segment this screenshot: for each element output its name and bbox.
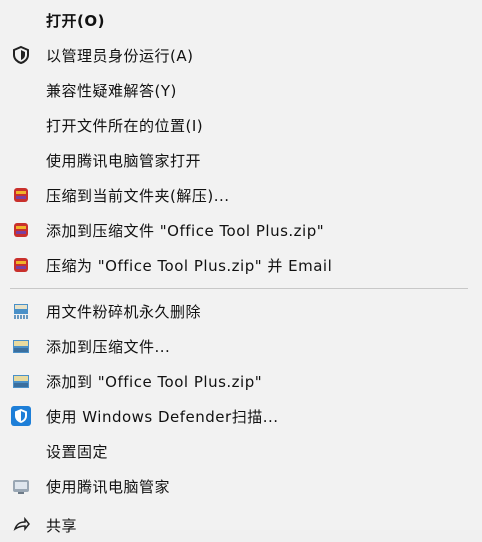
menu-item-open-location[interactable]: 打开文件所在的位置(I) xyxy=(0,108,470,142)
menu-item-open[interactable]: 打开(O) xyxy=(0,3,470,37)
menu-item-label: 设置固定 xyxy=(46,442,109,461)
menu-item-open-with-manager[interactable]: 使用腾讯电脑管家打开 xyxy=(0,143,470,177)
menu-item-label: 共享 xyxy=(46,516,78,535)
winrar-icon xyxy=(10,219,32,241)
menu-item-label: 压缩到当前文件夹(解压)... xyxy=(46,186,230,205)
menu-item-add-to-archive[interactable]: 添加到压缩文件... xyxy=(0,329,470,363)
share-icon xyxy=(10,514,32,536)
menu-separator xyxy=(10,288,468,289)
menu-item-compress-email[interactable]: 压缩为 "Office Tool Plus.zip" 并 Email xyxy=(0,248,470,282)
defender-icon xyxy=(10,405,32,427)
menu-item-shred[interactable]: 用文件粉碎机永久删除 xyxy=(0,294,470,328)
menu-item-label: 压缩为 "Office Tool Plus.zip" 并 Email xyxy=(46,256,333,275)
menu-item-add-to-named-zip[interactable]: 添加到 "Office Tool Plus.zip" xyxy=(0,364,470,398)
menu-item-label: 添加到压缩文件 "Office Tool Plus.zip" xyxy=(46,221,325,240)
menu-item-label: 打开(O) xyxy=(46,11,105,30)
menu-item-pc-manager[interactable]: 使用腾讯电脑管家 xyxy=(0,469,470,503)
archive-icon xyxy=(10,370,32,392)
menu-item-label: 添加到压缩文件... xyxy=(46,337,171,356)
archive-icon xyxy=(10,335,32,357)
menu-item-label: 使用腾讯电脑管家 xyxy=(46,477,171,496)
menu-item-add-to-zip[interactable]: 添加到压缩文件 "Office Tool Plus.zip" xyxy=(0,213,470,247)
menu-item-label: 添加到 "Office Tool Plus.zip" xyxy=(46,372,263,391)
winrar-icon xyxy=(10,254,32,276)
menu-item-label: 兼容性疑难解答(Y) xyxy=(46,81,177,100)
menu-item-label: 用文件粉碎机永久删除 xyxy=(46,302,202,321)
menu-item-label: 打开文件所在的位置(I) xyxy=(46,116,204,135)
menu-item-label: 以管理员身份运行(A) xyxy=(46,46,194,65)
shredder-icon xyxy=(10,300,32,322)
menu-item-share[interactable]: 共享 xyxy=(0,508,470,542)
menu-item-extract-here[interactable]: 压缩到当前文件夹(解压)... xyxy=(0,178,470,212)
menu-item-troubleshoot[interactable]: 兼容性疑难解答(Y) xyxy=(0,73,470,107)
shield-icon xyxy=(10,44,32,66)
context-menu: 打开(O) 以管理员身份运行(A) 兼容性疑难解答(Y) 打开文件所在的位置(I… xyxy=(0,0,482,535)
winrar-icon xyxy=(10,184,32,206)
menu-item-pin[interactable]: 设置固定 xyxy=(0,434,470,468)
menu-item-run-as-admin[interactable]: 以管理员身份运行(A) xyxy=(0,38,470,72)
device-icon xyxy=(10,475,32,497)
menu-item-label: 使用腾讯电脑管家打开 xyxy=(46,151,202,170)
menu-item-label: 使用 Windows Defender扫描... xyxy=(46,407,279,426)
menu-item-defender-scan[interactable]: 使用 Windows Defender扫描... xyxy=(0,399,470,433)
